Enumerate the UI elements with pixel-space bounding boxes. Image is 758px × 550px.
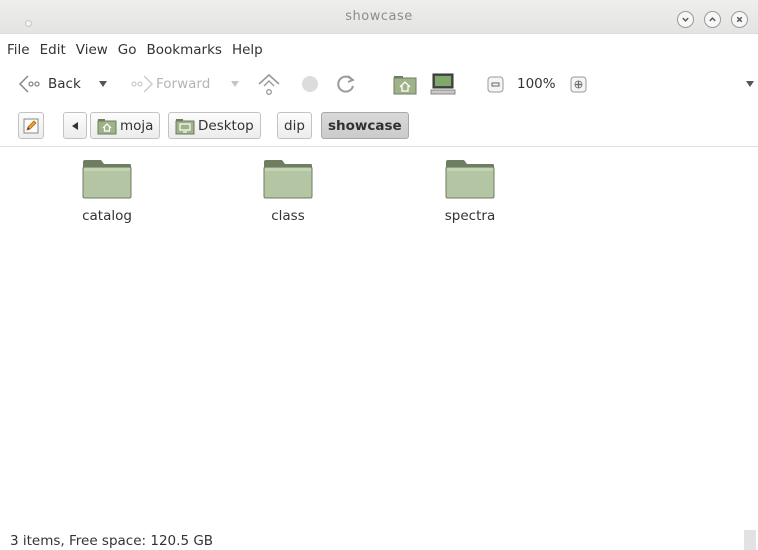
menu-view[interactable]: View [76,38,108,62]
file-item-spectra[interactable]: spectra [420,159,520,224]
menu-bookmarks[interactable]: Bookmarks [147,38,222,62]
overflow-icon [746,81,754,87]
menu-go[interactable]: Go [118,38,137,62]
toolbar-overflow-button[interactable] [745,66,755,102]
menu-bar: File Edit View Go Bookmarks Help [0,38,758,62]
dropdown-icon [231,81,239,87]
computer-icon [430,73,456,95]
file-item-catalog[interactable]: catalog [57,159,157,224]
computer-button[interactable] [430,66,456,102]
status-bar: 3 items, Free space: 120.5 GB [0,530,758,550]
location-bar: moja Desktop dip showcase [0,110,758,142]
file-name: class [271,208,305,224]
back-history-dropdown[interactable] [98,66,108,102]
chevron-up-icon [709,17,716,22]
zoom-out-button[interactable] [487,66,504,102]
breadcrumb-desktop[interactable]: Desktop [168,112,261,139]
breadcrumb-label: moja [120,117,154,134]
close-icon [736,16,743,23]
folder-icon [82,160,132,199]
zoom-in-button[interactable] [570,66,587,102]
title-bar: showcase [0,0,758,34]
breadcrumb-label: showcase [328,117,402,134]
folder-icon [263,160,313,199]
forward-button[interactable]: Forward [128,66,210,102]
minimize-button[interactable] [677,11,694,28]
breadcrumb-dip[interactable]: dip [277,112,312,139]
chevron-down-icon [682,17,689,22]
breadcrumb-moja[interactable]: moja [90,112,161,139]
folder-icon [445,160,495,199]
home-button[interactable] [393,66,417,102]
toggle-location-entry-button[interactable] [18,112,44,139]
forward-arrow-icon [131,75,154,93]
zoom-level[interactable]: 100% [517,66,556,102]
up-icon [258,73,280,95]
breadcrumb-label: dip [284,117,305,134]
back-label: Back [48,76,81,92]
stop-button[interactable] [300,66,320,102]
file-name: spectra [444,208,496,224]
home-folder-icon [97,118,117,134]
back-arrow-icon [18,75,40,93]
reload-button[interactable] [335,66,357,102]
menu-file[interactable]: File [7,38,30,62]
reload-icon [337,75,355,93]
chevron-left-icon [72,121,78,130]
window-title: showcase [345,9,413,24]
zoom-in-icon [570,76,587,92]
menu-edit[interactable]: Edit [40,38,66,62]
breadcrumb-showcase[interactable]: showcase [321,112,409,139]
forward-history-dropdown[interactable] [230,66,240,102]
file-view[interactable]: catalog class spectra [0,146,758,526]
resize-grip[interactable] [744,530,756,550]
file-item-class[interactable]: class [238,159,338,224]
zoom-out-icon [487,76,504,92]
status-text: 3 items, Free space: 120.5 GB [10,533,214,549]
close-button[interactable] [731,11,748,28]
file-name: catalog [82,208,132,224]
home-folder-icon [393,76,417,95]
edit-icon [23,118,39,133]
stop-icon [302,76,318,92]
dropdown-icon [99,81,107,87]
breadcrumb-label: Desktop [198,117,254,134]
menu-help[interactable]: Help [232,38,263,62]
up-button[interactable] [256,66,282,102]
desktop-folder-icon [175,118,195,134]
maximize-button[interactable] [704,11,721,28]
back-button[interactable]: Back [18,66,81,102]
breadcrumb-scroll-left-button[interactable] [63,112,87,139]
forward-label: Forward [156,76,211,92]
